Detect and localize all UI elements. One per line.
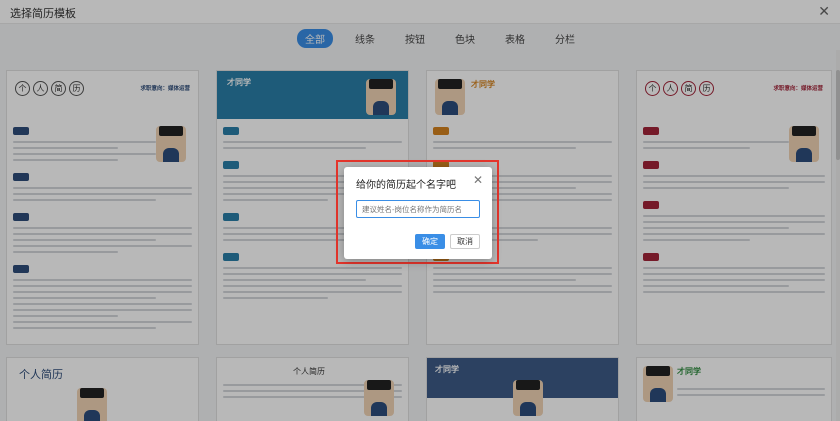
dialog-title: 给你的简历起个名字吧 — [356, 180, 456, 191]
rename-dialog: 给你的简历起个名字吧 ✕ 确定 取消 — [344, 167, 492, 259]
resume-name-input[interactable] — [356, 200, 480, 218]
close-icon[interactable]: ✕ — [473, 173, 483, 187]
confirm-button[interactable]: 确定 — [415, 234, 445, 249]
cancel-button[interactable]: 取消 — [450, 234, 480, 249]
